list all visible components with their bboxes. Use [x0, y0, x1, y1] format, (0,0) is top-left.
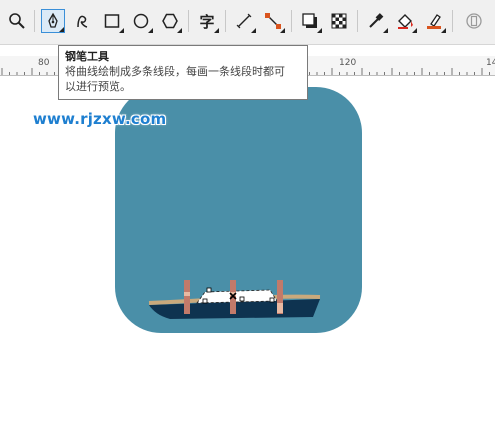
toolbar-separator [225, 10, 226, 32]
ruler-label-80: 80 [38, 58, 50, 68]
selection-handle [239, 296, 245, 302]
site-watermark: www.rjzxw.com [33, 110, 167, 128]
transparency-tool-button[interactable] [327, 9, 351, 33]
outline-tool-button[interactable] [422, 9, 446, 33]
dimension-tool-button[interactable] [232, 9, 256, 33]
flyout-indicator [251, 28, 256, 33]
selection-handle [269, 297, 275, 303]
ruler-label-120: 120 [339, 58, 357, 68]
more-tools-button[interactable] [462, 9, 486, 33]
toolbar-separator [357, 10, 358, 32]
selection-handle [206, 287, 212, 293]
toolbar-separator [291, 10, 292, 32]
flyout-indicator [177, 28, 182, 33]
toolbar-separator [188, 10, 189, 32]
pen-tool-button[interactable] [41, 9, 65, 33]
polygon-tool-button[interactable] [158, 9, 182, 33]
flyout-indicator [59, 27, 64, 32]
tooltip-description-line2: 以进行预览。 [65, 80, 131, 93]
connector-tool-button[interactable] [261, 9, 285, 33]
smart-draw-tool-button[interactable] [70, 9, 94, 33]
smart-draw-icon [77, 15, 88, 28]
selection-handle [202, 298, 208, 304]
toolbar-separator [452, 10, 453, 32]
mooring-post-left [184, 280, 190, 314]
flyout-indicator [412, 28, 417, 33]
ellipse-tool-button[interactable] [129, 9, 153, 33]
mooring-post-left-band [184, 292, 190, 296]
flyout-indicator [383, 28, 388, 33]
zoom-icon [9, 13, 25, 29]
flyout-indicator [148, 28, 153, 33]
fill-tool-button[interactable] [393, 9, 417, 33]
toolbar: 字 [0, 0, 495, 45]
flyout-indicator [317, 28, 322, 33]
text-tool-icon: 字 [199, 12, 215, 31]
eyedropper-tool-button[interactable] [364, 9, 388, 33]
toolbar-separator [34, 10, 35, 32]
more-tools-icon [466, 13, 482, 29]
drop-shadow-tool-button[interactable] [298, 9, 322, 33]
rectangle-tool-button[interactable] [100, 9, 124, 33]
flyout-indicator [280, 28, 285, 33]
flyout-indicator [441, 28, 446, 33]
flyout-indicator [119, 28, 124, 33]
mooring-post-right-band [277, 303, 283, 313]
zoom-tool-button[interactable] [5, 9, 29, 33]
pen-tool-tooltip: 钢笔工具 将曲线绘制成多条线段，每画一条线段时都可 以进行预览。 [58, 45, 308, 100]
tooltip-description-line1: 将曲线绘制成多条线段，每画一条线段时都可 [65, 65, 285, 78]
ruler-label-140: 140 [486, 58, 495, 68]
flyout-indicator [214, 28, 219, 33]
tooltip-title: 钢笔工具 [65, 50, 109, 63]
text-tool-button[interactable]: 字 [195, 9, 219, 33]
transparency-icon [331, 13, 347, 29]
